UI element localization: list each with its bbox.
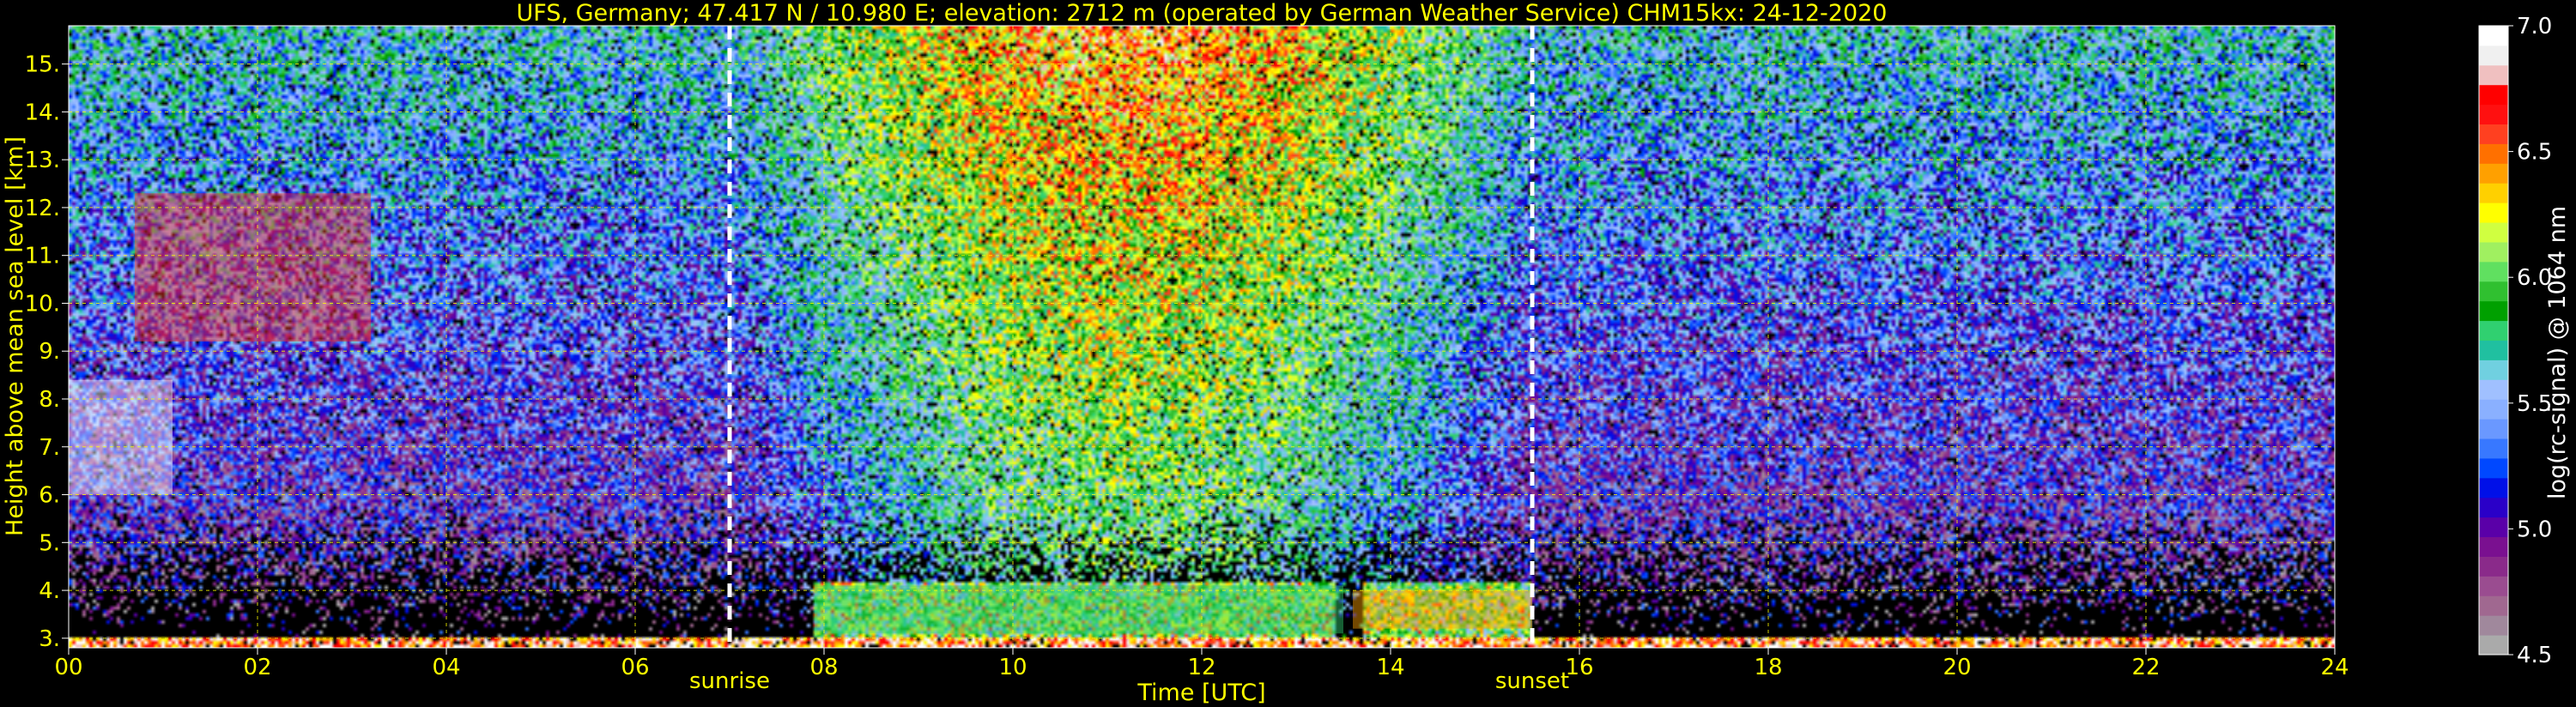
colorbar-swatch xyxy=(2479,183,2508,203)
chart-title: UFS, Germany; 47.417 N / 10.980 E; eleva… xyxy=(517,0,1888,27)
colorbar-swatch xyxy=(2479,104,2508,125)
sun-label: sunrise xyxy=(689,668,770,694)
x-tick-label: 02 xyxy=(243,655,271,680)
x-tick-label: 08 xyxy=(809,655,838,680)
colorbar-swatch xyxy=(2479,84,2508,106)
x-tick-label: 18 xyxy=(1754,655,1782,680)
y-tick-label: 6. xyxy=(39,483,60,509)
y-tick-label: 7. xyxy=(39,435,60,461)
colorbar-swatch xyxy=(2479,635,2508,656)
colorbar-swatch xyxy=(2479,300,2508,322)
colorbar-tick-label: 4.5 xyxy=(2517,643,2552,668)
colorbar-tick-label: 5.0 xyxy=(2517,517,2552,542)
colorbar-swatch xyxy=(2479,281,2508,302)
colorbar-swatch xyxy=(2479,615,2508,636)
colorbar-swatch xyxy=(2479,163,2508,184)
colorbar-swatch xyxy=(2479,556,2508,577)
x-tick-label: 00 xyxy=(54,655,82,680)
y-tick-label: 11. xyxy=(25,244,60,269)
colorbar-swatch xyxy=(2479,26,2508,46)
y-tick-label: 15. xyxy=(25,52,60,78)
colorbar-swatch xyxy=(2479,438,2508,459)
y-tick-label: 14. xyxy=(25,100,60,125)
ceilometer-chart: UFS, Germany; 47.417 N / 10.980 E; eleva… xyxy=(0,0,2576,707)
y-tick-label: 8. xyxy=(39,387,60,413)
feature-region xyxy=(815,585,1343,634)
colorbar-swatch xyxy=(2479,517,2508,538)
y-tick-label: 5. xyxy=(39,530,60,556)
colorbar-tick-label: 6.5 xyxy=(2517,140,2552,166)
y-tick-label: 3. xyxy=(39,626,60,652)
x-tick-label: 06 xyxy=(621,655,649,680)
colorbar-swatch xyxy=(2479,202,2508,223)
colorbar-swatch xyxy=(2479,45,2508,66)
colorbar-swatch xyxy=(2479,497,2508,518)
y-tick-label: 13. xyxy=(25,148,60,173)
colorbar-swatch xyxy=(2479,595,2508,616)
y-tick-label: 12. xyxy=(25,196,60,221)
y-axis-label: Height above mean sea level [km] xyxy=(2,136,28,536)
colorbar-swatch xyxy=(2479,477,2508,499)
colorbar-swatch xyxy=(2479,320,2508,341)
x-tick-label: 12 xyxy=(1187,655,1215,680)
sun-label: sunset xyxy=(1495,668,1569,694)
colorbar xyxy=(2478,25,2509,656)
colorbar-swatch xyxy=(2479,536,2508,557)
x-tick-label: 14 xyxy=(1376,655,1404,680)
colorbar-swatch xyxy=(2479,124,2508,144)
x-tick-label: 22 xyxy=(2131,655,2160,680)
x-tick-label: 04 xyxy=(432,655,460,680)
x-tick-label: 20 xyxy=(1943,655,1971,680)
y-tick-label: 10. xyxy=(25,291,60,317)
y-tick-label: 9. xyxy=(39,339,60,365)
colorbar-swatch xyxy=(2479,457,2508,479)
colorbar-swatch xyxy=(2479,241,2508,263)
feature-region xyxy=(69,379,173,495)
colorbar-swatch xyxy=(2479,261,2508,282)
feature-region xyxy=(135,193,371,342)
x-tick-label: 16 xyxy=(1565,655,1593,680)
feature-region xyxy=(1353,590,1532,629)
colorbar-swatch xyxy=(2479,576,2508,596)
colorbar-swatch xyxy=(2479,222,2508,243)
colorbar-swatch xyxy=(2479,399,2508,420)
y-tick-label: 4. xyxy=(39,578,60,604)
x-axis-label: Time [UTC] xyxy=(1136,680,1265,706)
colorbar-swatch xyxy=(2479,143,2508,164)
colorbar-swatch xyxy=(2479,379,2508,400)
colorbar-swatch xyxy=(2479,340,2508,360)
colorbar-tick-label: 7.0 xyxy=(2517,14,2552,39)
colorbar-swatch xyxy=(2479,360,2508,380)
colorbar-swatch xyxy=(2479,419,2508,439)
x-tick-label: 10 xyxy=(998,655,1027,680)
colorbar-label: log(rc-signal) @ 1064 nm xyxy=(2544,206,2571,499)
x-tick-label: 24 xyxy=(2320,655,2349,680)
colorbar-swatch xyxy=(2479,64,2508,86)
